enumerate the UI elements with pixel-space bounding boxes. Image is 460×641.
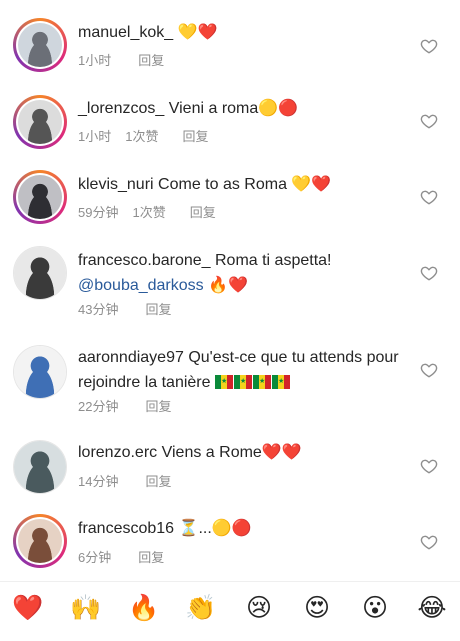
surprised-face-emoji[interactable]: 😮: [357, 592, 393, 624]
like-heart-icon[interactable]: [420, 457, 438, 475]
quick-reaction-bar: ❤️ 🙌 🔥 👏 😢 😍 😮 😂: [0, 581, 460, 641]
avatar[interactable]: [13, 18, 67, 72]
comment-text: francescob16 ⏳...🟡🔴: [78, 516, 408, 541]
reply-button[interactable]: 回复: [145, 396, 171, 415]
comment-body: Viens a Rome❤️❤️: [161, 444, 302, 461]
comment-text: manuel_kok_ 💛❤️: [78, 20, 408, 45]
comment-text: _lorenzcos_ Vieni a roma🟡🔴: [78, 96, 408, 121]
reply-button[interactable]: 回复: [182, 126, 208, 145]
comment-text: aaronndiaye97 Qu'est-ce que tu attends p…: [78, 345, 408, 395]
comment-time: 59分钟: [78, 205, 119, 220]
reply-button[interactable]: 回复: [145, 299, 171, 318]
comment-meta: 14分钟 回复: [78, 471, 171, 490]
mention-emoji: 🔥❤️: [203, 277, 248, 294]
comment-time: 1小时: [78, 53, 112, 68]
senegal-flag-icon: ★: [271, 375, 290, 389]
senegal-flag-icon: ★: [233, 375, 252, 389]
tears-of-joy-emoji[interactable]: 😂: [414, 592, 450, 624]
senegal-flag-icon: ★: [214, 375, 233, 389]
red-heart-emoji[interactable]: ❤️: [10, 592, 46, 624]
comment-time: 1小时: [78, 129, 112, 144]
heart-eyes-emoji[interactable]: 😍: [299, 592, 335, 624]
comment-body: Vieni a roma🟡🔴: [168, 100, 299, 117]
reply-button[interactable]: 回复: [190, 202, 216, 221]
comment-username[interactable]: klevis_nuri: [78, 176, 154, 193]
comment-time: 43分钟: [78, 302, 119, 317]
like-heart-icon[interactable]: [420, 264, 438, 282]
comment-body: Roma ti aspetta!: [214, 252, 332, 269]
senegal-flags: ★ ★ ★ ★: [211, 374, 291, 391]
comment-username[interactable]: manuel_kok_: [78, 24, 173, 41]
like-heart-icon[interactable]: [420, 112, 438, 130]
comment-like-count[interactable]: 1次赞: [132, 202, 165, 221]
avatar[interactable]: [13, 95, 67, 149]
comment-username[interactable]: francesco.barone_: [78, 252, 211, 269]
reply-button[interactable]: 回复: [138, 547, 164, 566]
avatar[interactable]: [13, 514, 67, 568]
comment-meta: 43分钟 回复: [78, 299, 171, 318]
senegal-flag-icon: ★: [252, 375, 271, 389]
avatar[interactable]: [13, 170, 67, 224]
comment-meta: 59分钟 1次赞 回复: [78, 202, 216, 221]
like-heart-icon[interactable]: [420, 37, 438, 55]
comment-username[interactable]: _lorenzcos_: [78, 100, 164, 117]
fire-emoji[interactable]: 🔥: [126, 592, 162, 624]
like-heart-icon[interactable]: [420, 533, 438, 551]
reply-button[interactable]: 回复: [145, 471, 171, 490]
comment-body: Come to as Roma 💛❤️: [158, 176, 332, 193]
comment-time: 22分钟: [78, 399, 119, 414]
comment-meta: 22分钟 回复: [78, 396, 171, 415]
mention-link[interactable]: @bouba_darkoss: [78, 277, 204, 294]
crying-face-emoji[interactable]: 😢: [241, 592, 277, 624]
comment-body: ⏳...🟡🔴: [178, 520, 252, 537]
comment-body: 💛❤️: [177, 24, 218, 41]
avatar[interactable]: [13, 246, 67, 300]
comment-text: lorenzo.erc Viens a Rome❤️❤️: [78, 440, 408, 465]
comment-text: klevis_nuri Come to as Roma 💛❤️: [78, 172, 408, 197]
comment-time: 6分钟: [78, 550, 112, 565]
reply-button[interactable]: 回复: [138, 50, 164, 69]
like-heart-icon[interactable]: [420, 361, 438, 379]
comment-meta: 1小时 1次赞 回复: [78, 126, 208, 145]
comment-username[interactable]: lorenzo.erc: [78, 444, 157, 461]
clapping-hands-emoji[interactable]: 👏: [183, 592, 219, 624]
raised-hands-emoji[interactable]: 🙌: [68, 592, 104, 624]
avatar[interactable]: [13, 440, 67, 494]
avatar[interactable]: [13, 345, 67, 399]
like-heart-icon[interactable]: [420, 188, 438, 206]
comment-meta: 6分钟 回复: [78, 547, 164, 566]
comment-time: 14分钟: [78, 474, 119, 489]
comment-username[interactable]: francescob16: [78, 520, 174, 537]
comment-text: francesco.barone_ Roma ti aspetta! @bouba…: [78, 248, 408, 298]
comment-like-count[interactable]: 1次赞: [125, 126, 158, 145]
comment-meta: 1小时 回复: [78, 50, 164, 69]
comment-username[interactable]: aaronndiaye97: [78, 349, 184, 366]
